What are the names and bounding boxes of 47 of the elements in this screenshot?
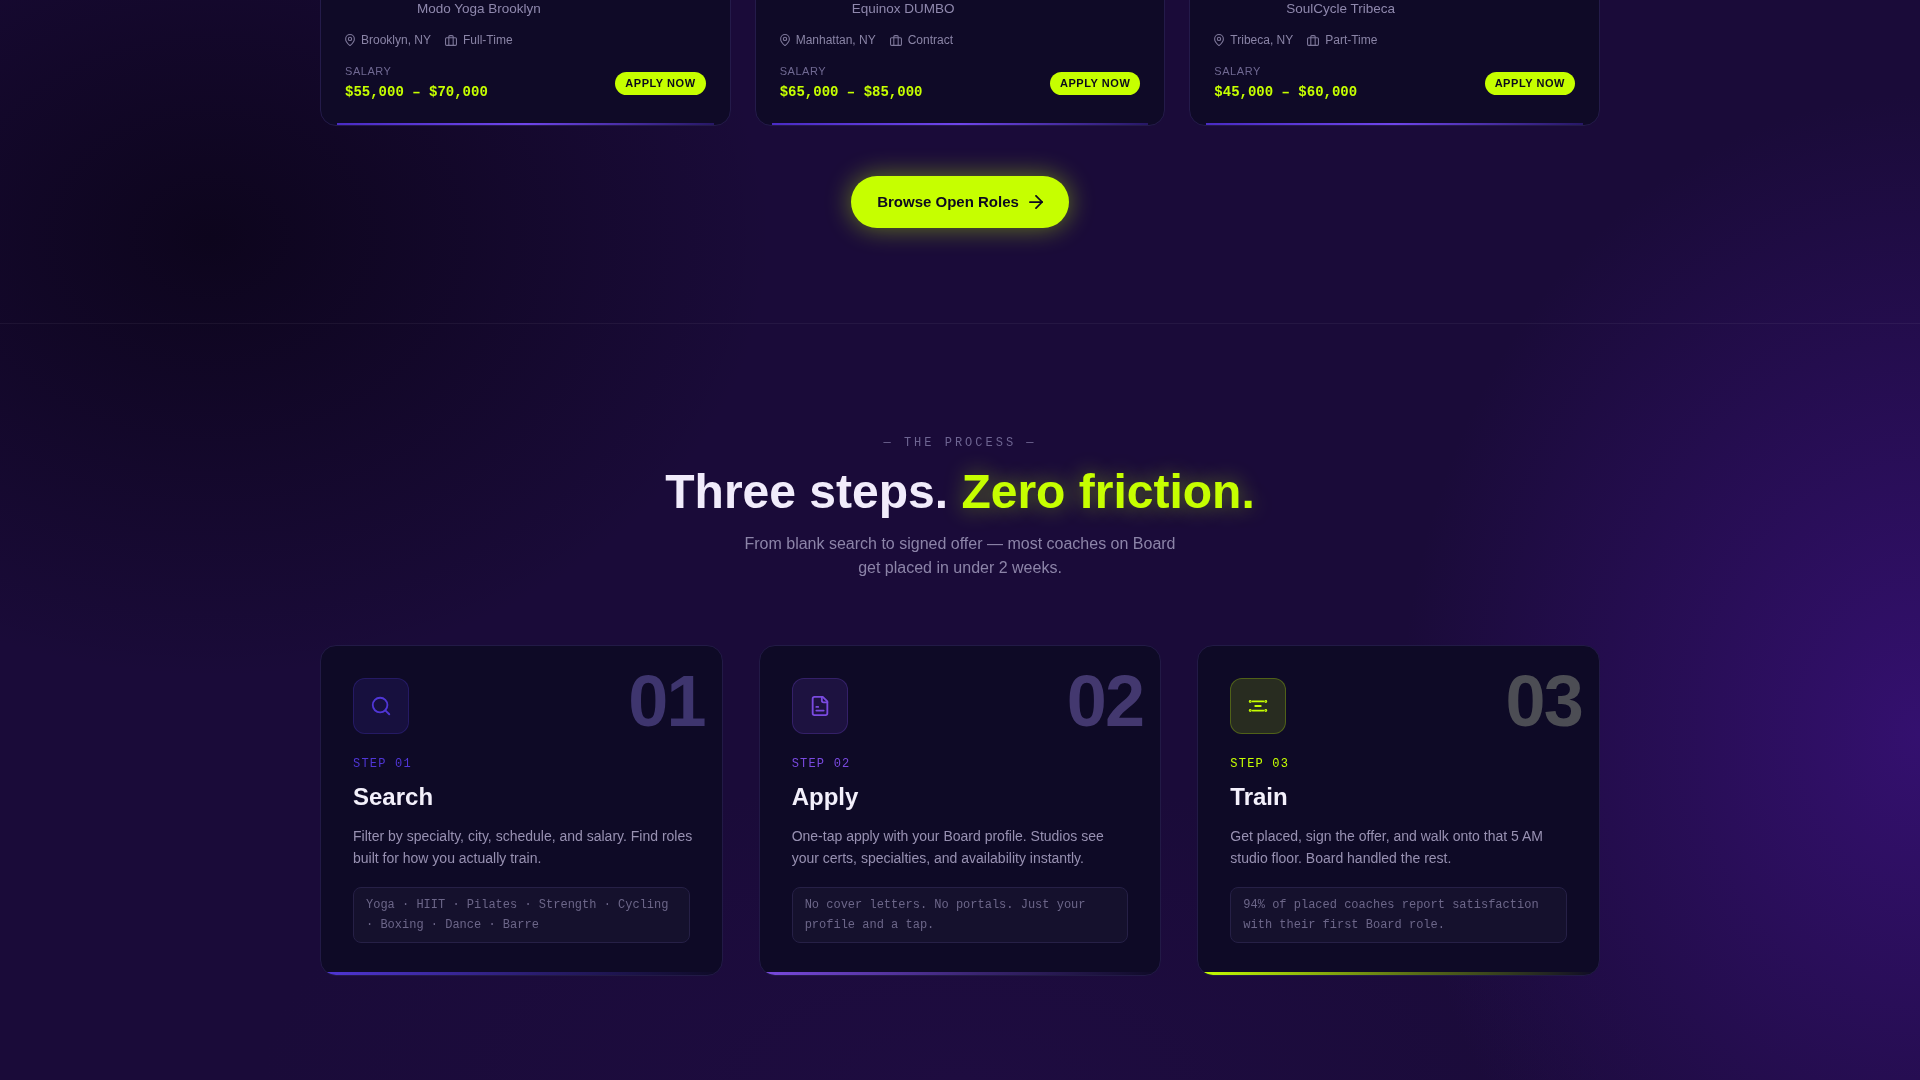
location-pin-icon: [779, 34, 790, 46]
step-title: Search: [353, 781, 435, 812]
step-note: Yoga · HIIT · Pilates · Strength · Cycling · Boxing · Dance · Barre: [353, 886, 690, 943]
salary-label: SALARY: [1214, 64, 1262, 78]
search-icon: [353, 677, 409, 734]
step-label: STEP 02: [791, 755, 852, 772]
apply-button[interactable]: APPLY NOW: [615, 71, 706, 95]
apply-button[interactable]: APPLY NOW: [1484, 71, 1575, 95]
job-type: Part-Time: [1325, 32, 1378, 48]
document-icon: [791, 677, 848, 734]
job-location: Tribeca, NY: [1230, 32, 1294, 48]
browse-roles-button[interactable]: Browse Open Roles: [851, 176, 1069, 228]
job-type: Full-Time: [463, 32, 513, 48]
briefcase-icon: [445, 34, 458, 46]
step-label: STEP 03: [1230, 755, 1291, 772]
salary-amount: $45,000 – $60,000: [1214, 83, 1358, 102]
step-title: Train: [1230, 781, 1289, 812]
salary-label: SALARY: [779, 64, 828, 78]
job-location: Brooklyn, NY: [361, 32, 432, 48]
step-note: No cover letters. No portals. Just your profile and a tap.: [791, 886, 1129, 943]
briefcase-icon: [889, 34, 902, 46]
job-type: Contract: [907, 32, 954, 48]
step-number: 01: [628, 664, 705, 737]
lines-icon: [1230, 677, 1287, 734]
section-subtitle: From blank search to signed offer — most coaches on Board get placed in under 2 weeks.: [743, 533, 1177, 578]
briefcase-icon: [1307, 34, 1320, 46]
step-description: Filter by specialty, city, schedule, and salary. Find roles built for how you actually train.: [353, 826, 694, 868]
job-location: Manhattan, NY: [795, 32, 876, 48]
step-description: One-tap apply with your Board profile. Studios see your certs, specialties, and availability instantly.: [791, 826, 1105, 868]
salary-amount: $55,000 – $70,000: [345, 83, 488, 102]
apply-button[interactable]: APPLY NOW: [1049, 71, 1141, 95]
company-name: Modo Yoga Brooklyn: [417, 0, 542, 18]
section-eyebrow: — THE PROCESS —: [883, 435, 1037, 451]
step-label: STEP 01: [353, 755, 413, 772]
section-heading: Three steps. Zero friction.: [665, 466, 1255, 519]
step-number: 02: [1066, 664, 1144, 737]
company-name: SoulCycle Tribeca: [1286, 0, 1397, 18]
company-name: Equinox DUMBO: [851, 0, 956, 18]
arrow-right-icon: [1028, 195, 1043, 209]
location-pin-icon: [345, 34, 355, 46]
step-number: 03: [1505, 664, 1582, 737]
step-description: Get placed, sign the offer, and walk onto that 5 AM studio floor. Board handled the rest.: [1230, 826, 1544, 868]
location-pin-icon: [1214, 34, 1225, 46]
step-note: 94% of placed coaches report satisfaction with their first Board role.: [1230, 886, 1567, 943]
salary-amount: $65,000 – $85,000: [779, 83, 923, 102]
salary-label: SALARY: [345, 64, 393, 78]
step-title: Apply: [791, 781, 860, 812]
